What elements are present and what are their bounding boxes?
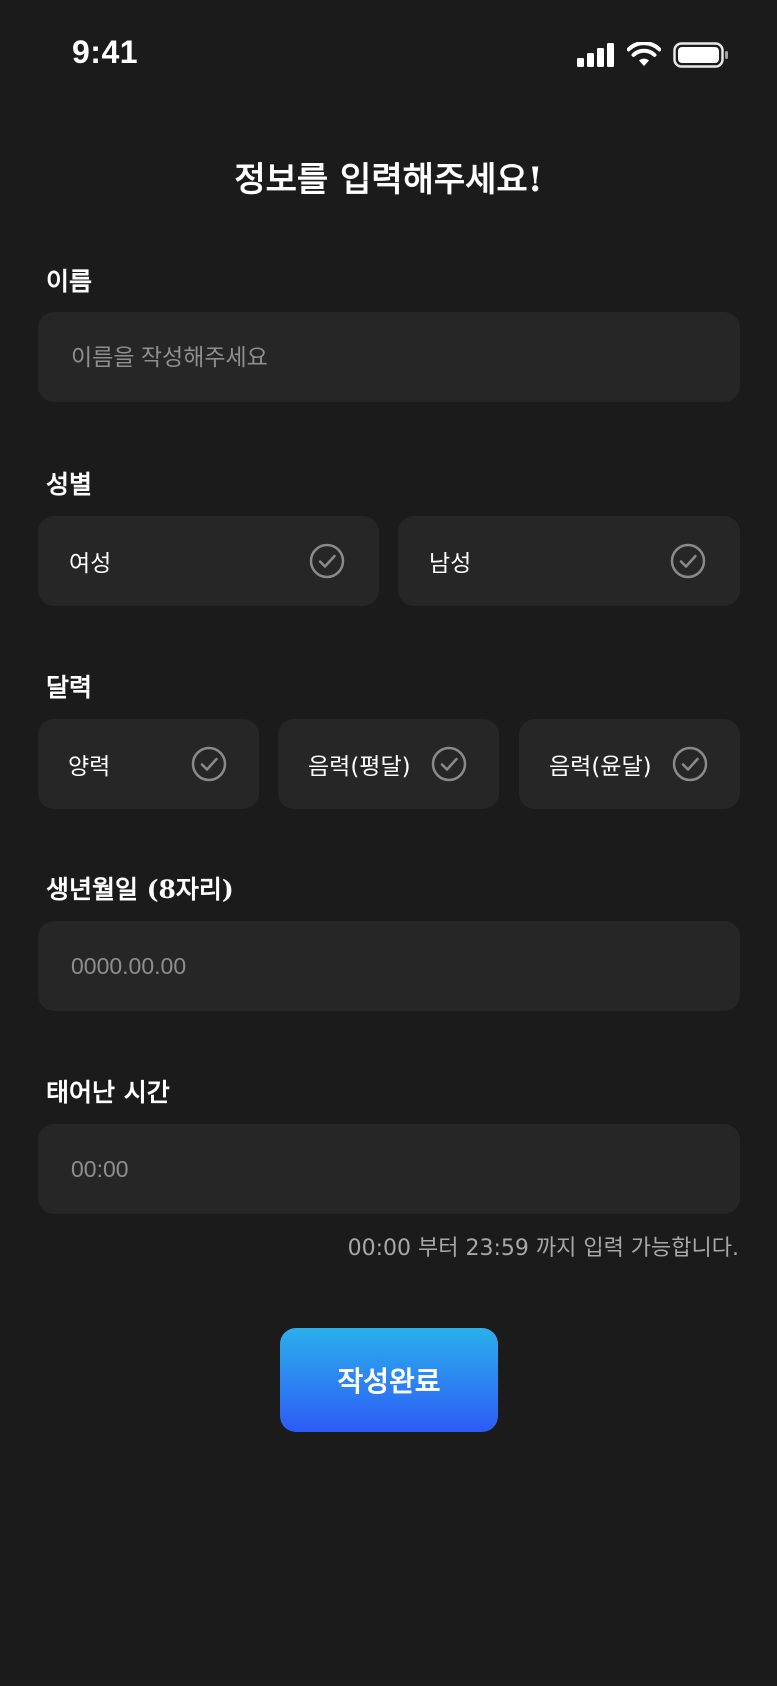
calendar-label: 달력 bbox=[46, 673, 93, 702]
status-bar: 9:41 bbox=[0, 0, 777, 110]
cellular-signal-icon bbox=[577, 43, 614, 67]
birthtime-input[interactable] bbox=[69, 1154, 740, 1184]
birthdate-label: 생년월일 (8자리) bbox=[46, 875, 234, 904]
gender-option-male[interactable]: 남성 bbox=[398, 516, 740, 606]
gender-option-label: 여성 bbox=[69, 551, 112, 577]
check-circle-icon bbox=[672, 746, 708, 782]
submit-button[interactable]: 작성완료 bbox=[280, 1328, 498, 1432]
check-circle-icon bbox=[191, 746, 227, 782]
gender-option-label: 남성 bbox=[429, 551, 472, 577]
status-time: 9:41 bbox=[72, 34, 139, 70]
check-circle-icon bbox=[670, 543, 706, 579]
birthtime-field[interactable] bbox=[38, 1124, 740, 1214]
status-icons bbox=[577, 42, 729, 68]
calendar-option-solar[interactable]: 양력 bbox=[38, 719, 259, 809]
calendar-option-lunar-normal[interactable]: 음력(평달) bbox=[278, 719, 499, 809]
calendar-option-lunar-leap[interactable]: 음력(윤달) bbox=[519, 719, 740, 809]
calendar-option-label: 음력(윤달) bbox=[549, 754, 652, 780]
calendar-option-label: 음력(평달) bbox=[308, 754, 411, 780]
birthdate-input[interactable] bbox=[69, 951, 740, 981]
calendar-option-label: 양력 bbox=[68, 754, 111, 780]
name-label: 이름 bbox=[46, 267, 93, 296]
wifi-icon bbox=[627, 42, 661, 66]
battery-icon bbox=[673, 42, 728, 68]
gender-label: 성별 bbox=[46, 470, 93, 499]
check-circle-icon bbox=[309, 543, 345, 579]
birthtime-hint: 00:00 부터 23:59 까지 입력 가능합니다. bbox=[347, 1236, 739, 1261]
name-input[interactable] bbox=[69, 342, 740, 372]
birthdate-field[interactable] bbox=[38, 921, 740, 1011]
name-field[interactable] bbox=[38, 312, 740, 402]
page-title: 정보를 입력해주세요! bbox=[234, 160, 543, 200]
gender-option-female[interactable]: 여성 bbox=[38, 516, 379, 606]
birthtime-label: 태어난 시간 bbox=[46, 1078, 170, 1107]
check-circle-icon bbox=[431, 746, 467, 782]
